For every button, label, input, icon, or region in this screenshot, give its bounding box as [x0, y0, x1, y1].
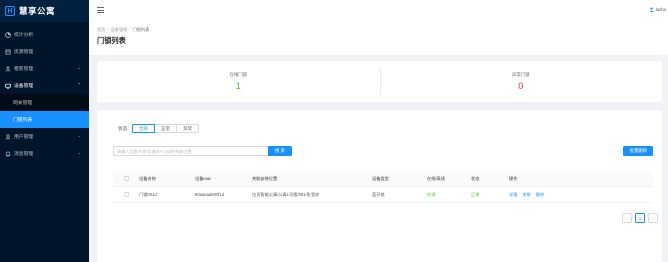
sidebar-item-statistics[interactable]: 统计分析	[0, 26, 89, 43]
app-logo[interactable]: H 慧享公寓	[0, 0, 89, 22]
online-status-cell: 在线	[427, 191, 436, 197]
chart-icon	[5, 31, 11, 38]
column-header: 设备类型	[372, 175, 389, 181]
page-number-button[interactable]: 1	[635, 213, 645, 223]
stat-abnormal-value: 0	[518, 81, 524, 91]
sidebar-menu: 统计分析 房源管理 租客管理 ⌄ 设备管理 ⌃ 网关管理 门锁列表 用户管理 ⌄…	[0, 22, 89, 162]
row-checkbox[interactable]	[123, 192, 129, 197]
breadcrumb-current: 门锁列表	[132, 27, 150, 32]
sidebar: H 慧享公寓 统计分析 房源管理 租客管理 ⌄ 设备管理 ⌃ 网关管理 门锁列表…	[0, 0, 89, 262]
monitor-icon	[5, 83, 11, 89]
prev-page-button[interactable]: ‹	[622, 213, 632, 223]
person-icon	[5, 65, 11, 72]
device-name-cell: 门锁001d	[139, 191, 157, 197]
detail-link[interactable]: 详情	[509, 192, 517, 198]
search-button[interactable]: 搜 索	[268, 146, 292, 156]
sidebar-item-label: 房源管理	[14, 50, 34, 55]
sidebar-item-label: 消息管理	[14, 152, 34, 157]
filter-option-normal[interactable]: 正常	[154, 124, 177, 133]
logo-icon: H	[5, 6, 15, 16]
sidebar-item-tenants[interactable]: 租客管理 ⌄	[0, 60, 89, 77]
stat-online-label: 在线门锁	[229, 72, 248, 77]
user-name: lasha	[655, 7, 666, 12]
filter-option-all[interactable]: 全部	[131, 124, 155, 133]
sidebar-item-devices[interactable]: 设备管理 ⌃	[0, 77, 89, 94]
table-header: 设备名称 设备mac 关联安装位置 设备类型 在线/离线 状态 操作	[113, 171, 653, 187]
associate-link[interactable]: 关联	[522, 192, 530, 198]
stat-online: 在线门锁 1	[97, 61, 380, 102]
table-row: 门锁001d 80aaeaa000f1d 拉贡智能公寓/公寓1号楼/801/卧室…	[113, 187, 653, 203]
lock-list-card: 状态: 全部 正常 异常 搜 索 批量删除 设备名称 设备mac 关联安装位置 …	[97, 110, 662, 262]
location-cell: 拉贡智能公寓/公寓1号楼/801/卧室房	[252, 191, 320, 197]
status-filter: 状态: 全部 正常 异常	[118, 124, 200, 133]
column-header: 关联安装位置	[252, 175, 278, 181]
device-type-cell: 蓝牙锁	[372, 191, 385, 197]
select-all-cell	[113, 176, 139, 181]
sidebar-item-label: 租客管理	[14, 67, 34, 72]
pagination: ‹ 1 ›	[622, 213, 658, 223]
sidebar-item-label: 门锁列表	[13, 118, 33, 123]
actions-cell: 详情 关联 删除	[509, 192, 579, 198]
stat-abnormal: 异常门锁 0	[379, 61, 663, 102]
search-input[interactable]	[113, 146, 268, 156]
sidebar-item-label: 用户管理	[14, 135, 34, 140]
select-all-checkbox[interactable]	[123, 176, 129, 181]
stat-online-value: 1	[235, 81, 241, 91]
sidebar-item-locks[interactable]: 门锁列表	[0, 111, 89, 128]
device-mac-cell: 80aaeaa000f1d	[195, 192, 225, 197]
building-icon	[5, 49, 11, 55]
chevron-down-icon: ⌄	[77, 150, 81, 155]
breadcrumb: 首页 / 设备管理 / 门锁列表	[97, 27, 660, 33]
sidebar-item-label: 统计分析	[14, 33, 34, 38]
sidebar-item-messages[interactable]: 消息管理 ⌄	[0, 145, 89, 162]
status-cell: 正常	[471, 191, 480, 197]
column-header: 设备mac	[195, 175, 212, 181]
column-header: 设备名称	[139, 175, 156, 181]
page-header: 首页 / 设备管理 / 门锁列表 门锁列表	[89, 22, 668, 55]
sidebar-item-label: 设备管理	[14, 84, 34, 89]
filter-option-abnormal[interactable]: 异常	[176, 124, 200, 133]
stat-abnormal-label: 异常门锁	[511, 72, 530, 77]
user-avatar-icon	[649, 7, 654, 12]
column-header: 状态	[471, 175, 480, 181]
user-icon	[5, 133, 11, 140]
breadcrumb-section[interactable]: 设备管理	[111, 27, 128, 33]
chevron-down-icon: ⌄	[77, 133, 81, 138]
row-select-cell	[113, 192, 139, 197]
chevron-up-icon: ⌃	[77, 82, 81, 87]
chevron-down-icon: ⌄	[77, 65, 81, 70]
sidebar-item-users[interactable]: 用户管理 ⌄	[0, 128, 89, 145]
page-title: 门锁列表	[97, 36, 126, 45]
stats-card: 在线门锁 1 异常门锁 0	[97, 61, 662, 102]
next-page-button[interactable]: ›	[648, 213, 658, 223]
search-bar: 搜 索	[113, 146, 292, 156]
status-segmented-control: 全部 正常 异常	[131, 124, 200, 133]
sidebar-submenu-devices: 网关管理 门锁列表	[0, 94, 89, 128]
bell-icon	[5, 151, 11, 157]
column-header: 操作	[509, 175, 518, 181]
lock-table: 设备名称 设备mac 关联安装位置 设备类型 在线/离线 状态 操作 门锁001…	[113, 171, 653, 203]
sidebar-item-gateways[interactable]: 网关管理	[0, 94, 89, 111]
status-filter-label: 状态:	[118, 125, 129, 131]
breadcrumb-separator: /	[129, 27, 131, 32]
column-header: 在线/离线	[427, 175, 445, 181]
top-header: lasha	[89, 0, 668, 22]
user-menu[interactable]: lasha	[649, 7, 666, 12]
menu-toggle-icon[interactable]	[97, 7, 104, 14]
app-title: 慧享公寓	[19, 6, 56, 16]
sidebar-item-housing[interactable]: 房源管理	[0, 43, 89, 60]
sidebar-item-label: 网关管理	[13, 101, 33, 106]
breadcrumb-home[interactable]: 首页	[97, 27, 105, 33]
breadcrumb-separator: /	[107, 27, 109, 32]
delete-link[interactable]: 删除	[536, 192, 544, 198]
batch-delete-button[interactable]: 批量删除	[623, 146, 653, 156]
